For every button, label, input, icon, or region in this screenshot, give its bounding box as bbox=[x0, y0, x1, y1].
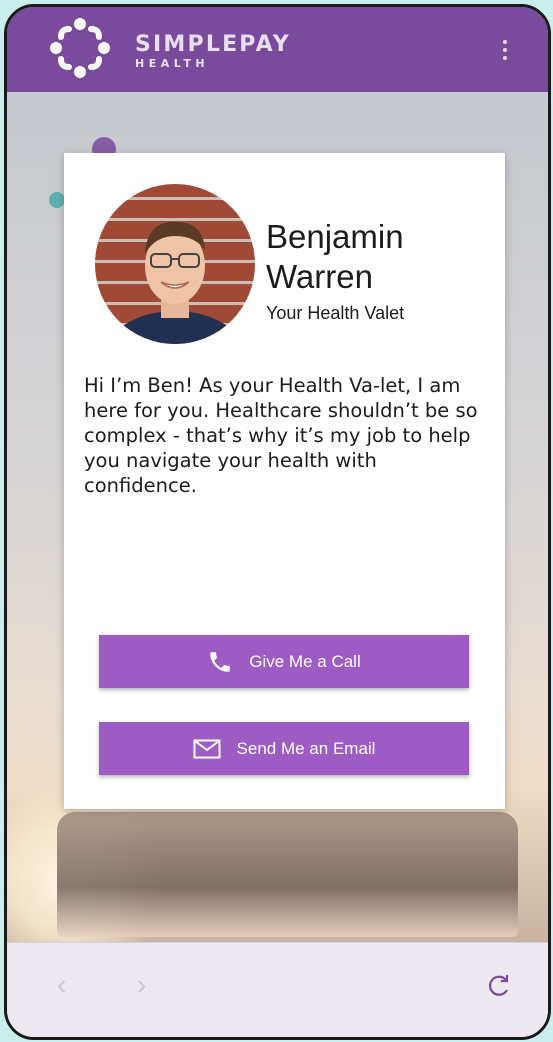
kebab-menu-icon[interactable] bbox=[502, 40, 508, 64]
profile-name: Benjamin Warren bbox=[266, 218, 404, 295]
call-button-label: Give Me a Call bbox=[249, 651, 361, 671]
profile-card: Benjamin Warren Your Health Valet Hi I’m… bbox=[64, 153, 505, 809]
refresh-icon[interactable] bbox=[486, 973, 512, 999]
profile-bio: Hi I’m Ben! As your Health Va-let, I am … bbox=[84, 374, 478, 497]
forward-icon[interactable]: › bbox=[137, 969, 146, 1001]
brand: SIMPLEPAY HEALTH bbox=[135, 34, 291, 71]
brand-subtitle: HEALTH bbox=[135, 57, 210, 70]
profile-role: Your Health Valet bbox=[266, 303, 405, 323]
mail-icon bbox=[193, 739, 221, 759]
email-button-label: Send Me an Email bbox=[236, 738, 376, 758]
call-button[interactable]: Give Me a Call bbox=[99, 635, 469, 688]
brand-name: SIMPLEPAY bbox=[135, 32, 291, 57]
back-icon[interactable]: ‹ bbox=[57, 969, 66, 1001]
phone-icon bbox=[207, 649, 233, 675]
phone-frame: SIMPLEPAY HEALTH Benjamin Warren Your He… bbox=[4, 4, 551, 1040]
app-bar: SIMPLEPAY HEALTH bbox=[7, 7, 548, 92]
logo-icon bbox=[50, 18, 110, 78]
avatar bbox=[95, 184, 255, 344]
browser-bottom-bar: ‹ › bbox=[7, 942, 548, 1037]
email-button[interactable]: Send Me an Email bbox=[99, 722, 469, 775]
